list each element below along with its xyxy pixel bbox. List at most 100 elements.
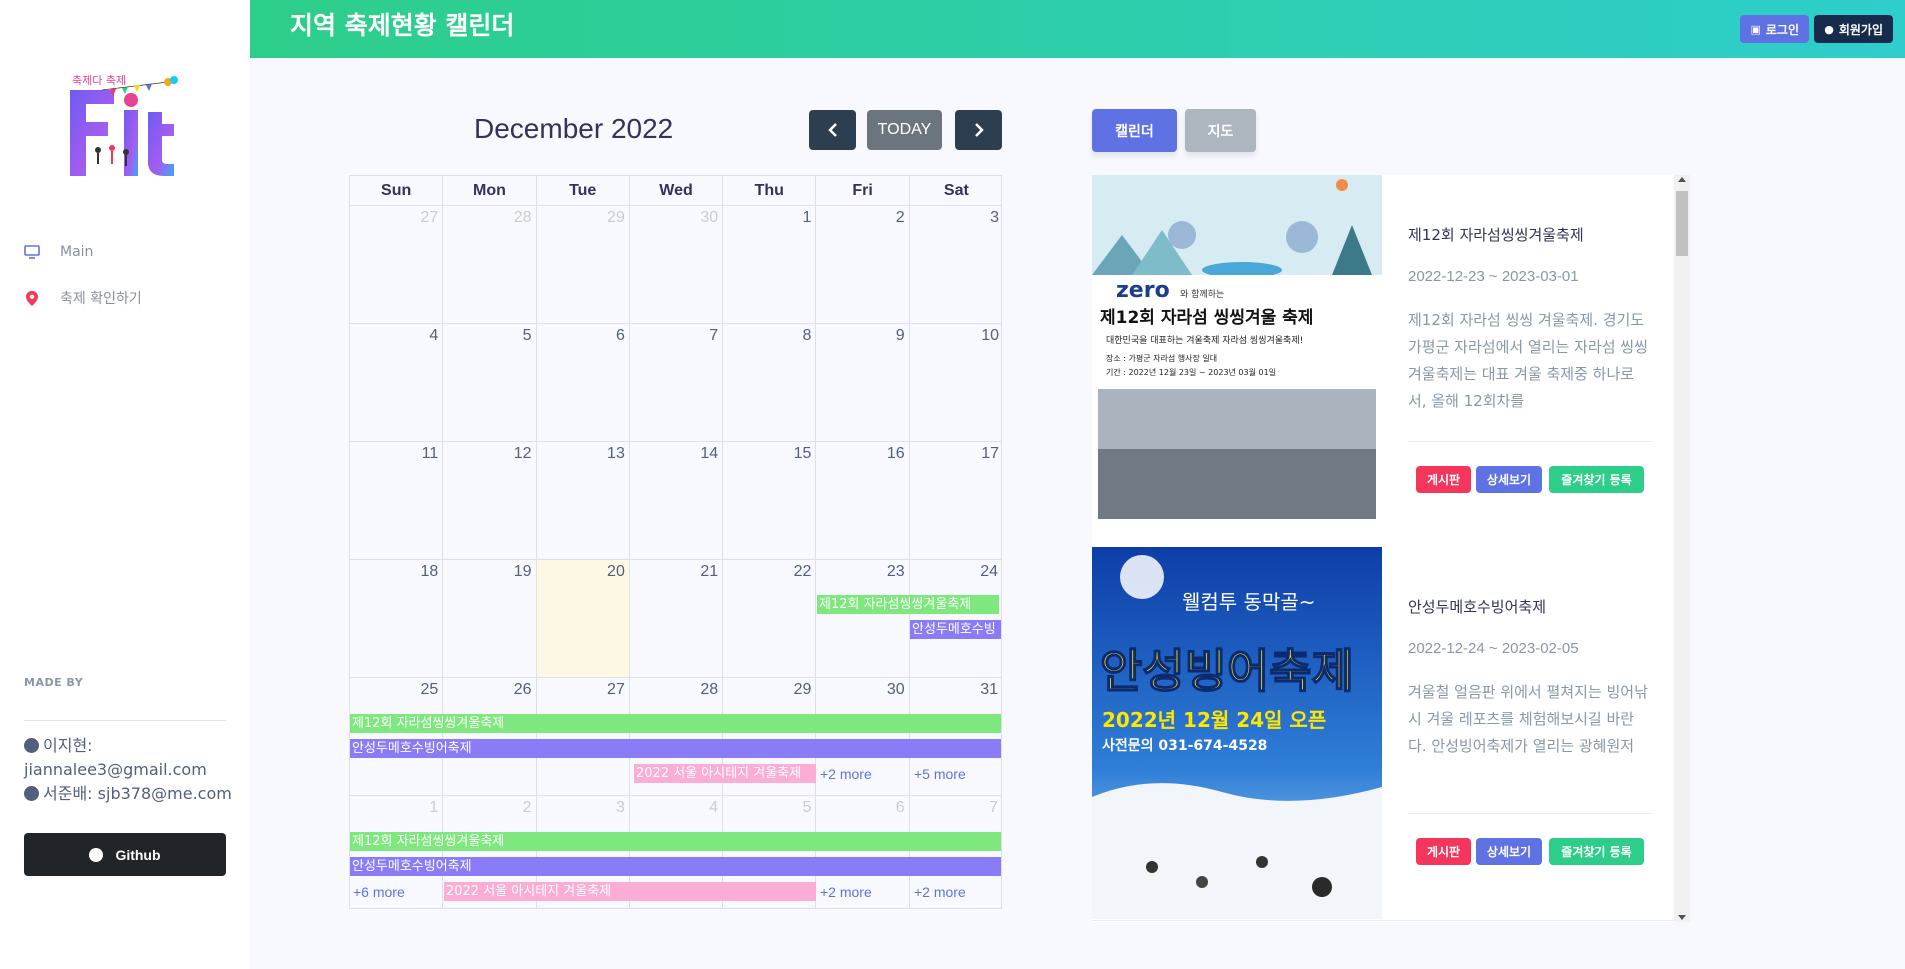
list-scrollbar[interactable] (1674, 175, 1690, 922)
signup-button[interactable]: ● 회원가입 (1814, 15, 1893, 43)
weekday-label: Wed (630, 176, 724, 205)
day-number: 12 (513, 445, 532, 462)
day-number: 14 (700, 445, 719, 462)
poster-phone: 사전문의 031-674-4528 (1102, 737, 1267, 754)
day-number: 28 (513, 209, 532, 226)
day-cell[interactable]: 9 (816, 324, 910, 441)
poster-welcome: 웰컴투 동막골~ (1182, 590, 1316, 614)
github-icon (89, 847, 104, 862)
monitor-icon (24, 244, 40, 260)
github-button[interactable]: Github (24, 833, 226, 876)
day-number: 21 (700, 563, 719, 580)
festival-description: 겨울철 얼음판 위에서 펼쳐지는 빙어낚시 겨울 레포츠를 체험해보시길 바란다… (1408, 683, 1648, 755)
day-number: 27 (420, 209, 439, 226)
day-cell[interactable]: 28 (443, 206, 537, 323)
day-cell[interactable]: 23 (816, 560, 910, 677)
board-button[interactable]: 게시판 (1416, 838, 1471, 865)
day-cell[interactable]: 6 (537, 324, 630, 441)
day-cell[interactable]: 18 (350, 560, 444, 677)
day-cell[interactable]: 10 (910, 324, 1001, 441)
day-cell[interactable]: 27 (537, 678, 630, 795)
tab-map[interactable]: 지도 (1185, 109, 1256, 152)
day-cell[interactable]: 17 (910, 442, 1001, 559)
day-cell[interactable]: 2 (816, 206, 910, 323)
sidebar-item-main[interactable]: Main (24, 244, 93, 260)
day-cell[interactable]: 1 (723, 206, 817, 323)
calendar-event[interactable]: 2022 서울 아시테지 겨울축제 (634, 764, 816, 783)
calendar-event[interactable]: 안성두메호수빙어축제 (350, 857, 1001, 876)
prev-month-button[interactable] (809, 110, 856, 150)
login-button[interactable]: ▣ 로그인 (1740, 15, 1809, 43)
day-cell[interactable]: 4 (350, 324, 444, 441)
poster-line: 기간 : 2022년 12월 23일 ~ 2023년 03월 01일 (1106, 367, 1276, 377)
day-cell[interactable]: 22 (723, 560, 817, 677)
more-events-link[interactable]: +2 more (914, 884, 966, 900)
day-cell[interactable]: 5 (443, 324, 537, 441)
day-cell[interactable]: 19 (443, 560, 537, 677)
detail-button[interactable]: 상세보기 (1476, 466, 1542, 493)
sidebar-item-festival[interactable]: 축제 확인하기 (24, 288, 142, 308)
author-email: jiannalee3@gmail.com (24, 760, 207, 779)
day-cell[interactable]: 27 (350, 206, 444, 323)
festival-poster[interactable]: 웰컴투 동막골~ 안성빙어축제 2022년 12월 24일 오픈 사전문의 03… (1092, 547, 1382, 919)
day-cell[interactable]: 24 (910, 560, 1001, 677)
day-number: 24 (980, 563, 998, 580)
tab-calendar[interactable]: 캘린더 (1092, 109, 1177, 152)
day-cell-today[interactable]: 20 (536, 560, 630, 677)
scroll-down-arrow-icon[interactable] (1678, 915, 1686, 920)
calendar-event[interactable]: 제12회 자라섬씽씽겨울축제 (350, 832, 1001, 851)
day-cell[interactable]: 29 (537, 206, 630, 323)
day-number: 10 (981, 327, 999, 344)
day-cell[interactable]: 13 (537, 442, 630, 559)
calendar-title: December 2022 (474, 113, 674, 144)
day-number: 16 (886, 445, 905, 462)
day-number: 6 (895, 799, 905, 816)
festival-title[interactable]: 안성두메호수빙어축제 (1408, 596, 1546, 617)
calendar-event[interactable]: 안성두메호수빙어축제 (350, 739, 1001, 758)
more-events-link[interactable]: +6 more (353, 884, 405, 900)
detail-button[interactable]: 상세보기 (1476, 838, 1542, 865)
more-events-link[interactable]: +2 more (820, 884, 872, 900)
day-cell[interactable]: 14 (630, 442, 724, 559)
day-cell[interactable]: 21 (630, 560, 724, 677)
day-cell[interactable]: 26 (443, 678, 537, 795)
scroll-up-arrow-icon[interactable] (1678, 177, 1686, 182)
day-cell[interactable]: 3 (910, 206, 1001, 323)
more-events-link[interactable]: +2 more (820, 766, 872, 782)
festival-poster[interactable]: zero 와 함께하는 제12회 자라섬 씽씽겨울 축제 대한민국을 대표하는 … (1092, 175, 1382, 547)
day-cell[interactable]: 25 (350, 678, 444, 795)
festival-title[interactable]: 제12회 자라섬씽씽겨울축제 (1408, 224, 1584, 245)
day-cell[interactable]: 7 (630, 324, 724, 441)
week-row: 11 12 13 14 15 16 17 (350, 442, 1001, 560)
weekday-label: Tue (537, 176, 630, 205)
favorite-button[interactable]: 즐겨찾기 등록 (1549, 466, 1644, 493)
day-cell[interactable]: 11 (350, 442, 444, 559)
week-row: 27 28 29 30 1 2 3 (350, 206, 1001, 324)
week-row: 1 2 3 4 5 6 7 제12회 자라섬씽씽겨울축제 안성두메호수빙어축제 … (350, 796, 1001, 908)
favorite-button[interactable]: 즐겨찾기 등록 (1549, 838, 1644, 865)
fit-logo[interactable]: 축제다 축제 (68, 72, 180, 182)
divider (1408, 813, 1652, 814)
day-cell[interactable]: 15 (723, 442, 817, 559)
today-button[interactable]: TODAY (867, 110, 942, 150)
calendar-event[interactable]: 제12회 자라섬씽씽겨울축제 (817, 595, 999, 614)
day-number: 29 (607, 209, 625, 226)
day-cell[interactable]: 16 (816, 442, 910, 559)
scroll-thumb[interactable] (1676, 191, 1688, 256)
calendar-event[interactable]: 안성두메호수빙 (910, 620, 1001, 639)
day-number: 5 (522, 327, 532, 344)
festival-card: zero 와 함께하는 제12회 자라섬 씽씽겨울 축제 대한민국을 대표하는 … (1092, 175, 1674, 549)
day-cell[interactable]: 30 (630, 206, 724, 323)
next-month-button[interactable] (955, 110, 1002, 150)
chevron-right-icon (974, 123, 984, 137)
more-events-link[interactable]: +5 more (914, 766, 966, 782)
day-number: 19 (513, 563, 532, 580)
board-button[interactable]: 게시판 (1416, 466, 1471, 493)
calendar-event[interactable]: 제12회 자라섬씽씽겨울축제 (350, 714, 1001, 733)
calendar-event[interactable]: 2022 서울 아시테지 겨울축제 (444, 882, 816, 901)
sidebar-item-label: Main (60, 244, 94, 260)
festival-date: 2022-12-23 ~ 2023-03-01 (1408, 268, 1579, 285)
day-cell[interactable]: 8 (723, 324, 817, 441)
day-number: 1 (429, 799, 439, 816)
day-cell[interactable]: 12 (443, 442, 537, 559)
